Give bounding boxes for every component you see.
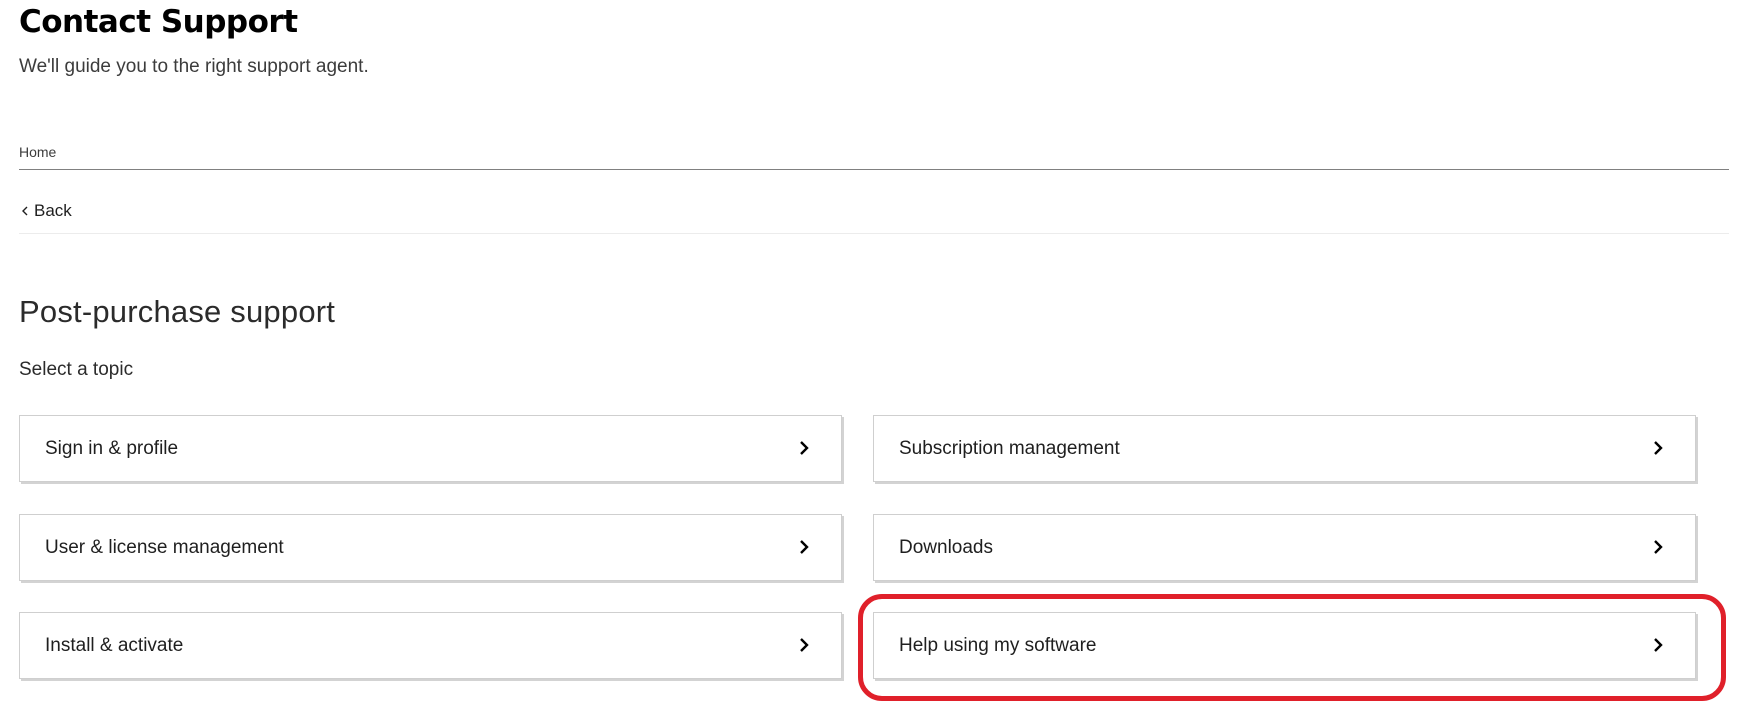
topic-card-label: Downloads bbox=[899, 537, 993, 558]
breadcrumb-home-link[interactable]: Home bbox=[19, 144, 56, 160]
back-label: Back bbox=[34, 201, 72, 220]
topic-prompt: Select a topic bbox=[19, 359, 134, 380]
chevron-left-icon bbox=[19, 203, 31, 219]
topic-card-label: Help using my software bbox=[899, 635, 1097, 656]
page-title: Contact Support bbox=[19, 4, 298, 40]
back-button[interactable]: Back bbox=[19, 201, 72, 221]
topic-card-label: User & license management bbox=[45, 537, 284, 558]
topic-card-subscription-management[interactable]: Subscription management bbox=[873, 415, 1696, 482]
topic-card-downloads[interactable]: Downloads bbox=[873, 514, 1696, 581]
topic-card-label: Sign in & profile bbox=[45, 438, 179, 459]
contact-support-page: Contact Support We'll guide you to the r… bbox=[19, 0, 1729, 723]
topic-card-label: Install & activate bbox=[45, 635, 184, 656]
chevron-right-icon bbox=[1652, 636, 1664, 654]
chevron-right-icon bbox=[1652, 439, 1664, 457]
topic-card-user-license-management[interactable]: User & license management bbox=[19, 514, 842, 581]
chevron-right-icon bbox=[798, 538, 810, 556]
section-title: Post-purchase support bbox=[19, 294, 336, 329]
topic-card-install-activate[interactable]: Install & activate bbox=[19, 612, 842, 679]
page-subtitle: We'll guide you to the right support age… bbox=[19, 56, 369, 77]
back-row: Back bbox=[19, 195, 1729, 234]
chevron-right-icon bbox=[798, 439, 810, 457]
breadcrumb: Home bbox=[19, 140, 1729, 170]
topic-card-sign-in-profile[interactable]: Sign in & profile bbox=[19, 415, 842, 482]
topic-card-label: Subscription management bbox=[899, 438, 1120, 459]
chevron-right-icon bbox=[798, 636, 810, 654]
topic-card-help-using-my-software[interactable]: Help using my software bbox=[873, 612, 1696, 679]
chevron-right-icon bbox=[1652, 538, 1664, 556]
